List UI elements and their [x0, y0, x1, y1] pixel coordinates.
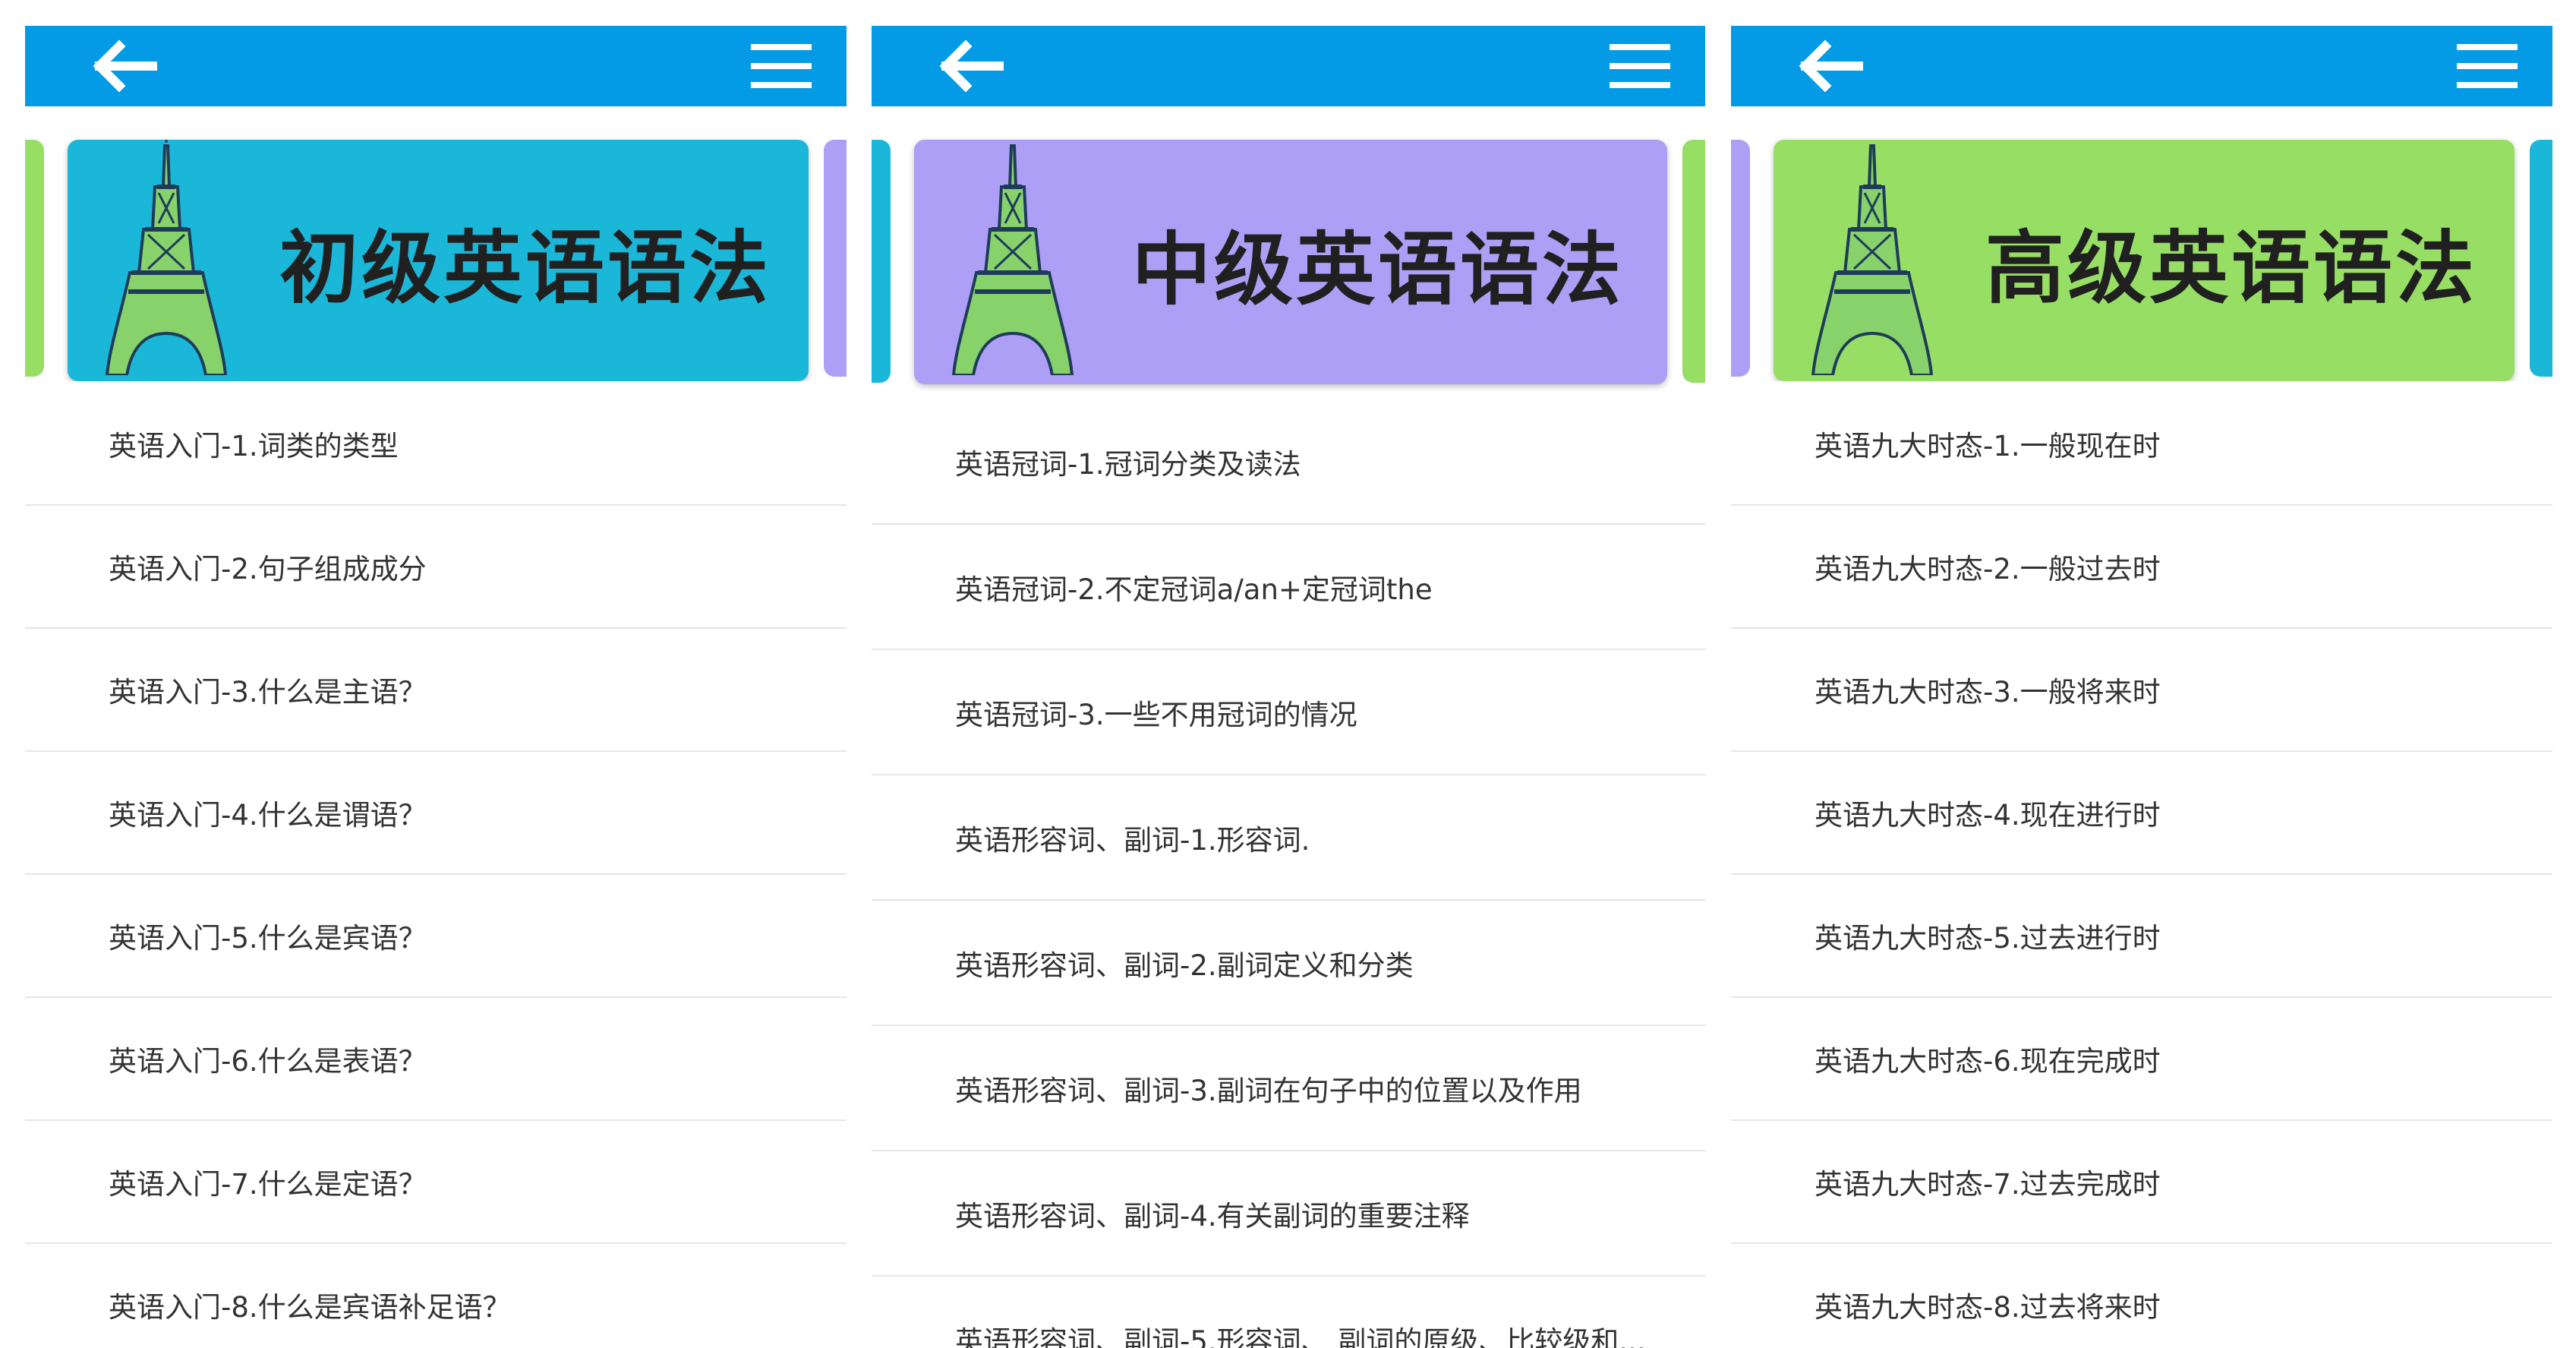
- banner-carousel[interactable]: 中级英语语法: [872, 114, 1705, 392]
- screen-intermediate: 中级英语语法 英语冠词-1.冠词分类及读法 英语冠词-2.不定冠词a/an+定冠…: [872, 26, 1705, 1348]
- eiffel-tower-icon: [1811, 144, 1933, 375]
- list-item[interactable]: 英语冠词-3.一些不用冠词的情况: [872, 650, 1705, 775]
- list-item-label: 英语形容词、副词-4.有关副词的重要注释: [955, 1199, 1470, 1233]
- list-item-label: 英语九大时态-6.现在完成时: [1815, 1045, 2161, 1078]
- list-item[interactable]: 英语入门-6.什么是表语？: [25, 998, 847, 1121]
- list-item-label: 英语入门-1.词类的类型: [109, 430, 399, 462]
- back-button[interactable]: [86, 39, 162, 93]
- list-item[interactable]: 英语冠词-1.冠词分类及读法: [872, 399, 1705, 525]
- list-item[interactable]: 英语形容词、副词-1.形容词.: [872, 775, 1705, 901]
- list-item-label: 英语九大时态-1.一般现在时: [1815, 430, 2161, 462]
- previous-banner-peek[interactable]: [872, 140, 891, 383]
- list-item[interactable]: 英语入门-3.什么是主语？: [25, 629, 847, 752]
- list-item-label: 英语形容词、副词-3.副词在句子中的位置以及作用: [955, 1074, 1582, 1107]
- banner-advanced-grammar[interactable]: 高级英语语法: [1774, 140, 2515, 381]
- list-item[interactable]: 英语九大时态-7.过去完成时: [1731, 1121, 2552, 1244]
- banner-carousel[interactable]: 初级英语语法: [25, 114, 847, 381]
- list-item[interactable]: 英语入门-8.什么是宾语补足语？: [25, 1244, 847, 1348]
- list-item[interactable]: 英语九大时态-8.过去将来时: [1731, 1244, 2552, 1348]
- banner-title: 高级英语语法: [1985, 221, 2477, 314]
- next-banner-peek[interactable]: [1682, 140, 1705, 383]
- list-item-label: 英语形容词、副词-2.副词定义和分类: [955, 949, 1414, 982]
- arrow-left-icon: [1799, 39, 1863, 93]
- menu-button[interactable]: [748, 39, 816, 93]
- list-item[interactable]: 英语形容词、副词-5.形容词、 副词的原级、比较级和...: [872, 1277, 1705, 1348]
- list-item[interactable]: 英语九大时态-3.一般将来时: [1731, 629, 2552, 752]
- list-item[interactable]: 英语形容词、副词-3.副词在句子中的位置以及作用: [872, 1026, 1705, 1151]
- list-item-label: 英语入门-4.什么是谓语？: [109, 799, 427, 832]
- lesson-list: 英语冠词-1.冠词分类及读法 英语冠词-2.不定冠词a/an+定冠词the 英语…: [872, 399, 1705, 1348]
- list-item[interactable]: 英语九大时态-2.一般过去时: [1731, 506, 2552, 629]
- screen-beginner: 初级英语语法 英语入门-1.词类的类型 英语入门-2.句子组成成分 英语入门-3…: [25, 26, 847, 1348]
- list-item-label: 英语入门-3.什么是主语？: [109, 676, 427, 709]
- back-button[interactable]: [932, 39, 1008, 93]
- list-item[interactable]: 英语入门-1.词类的类型: [25, 383, 847, 506]
- list-item-label: 英语入门-7.什么是定语？: [109, 1168, 427, 1201]
- list-item-label: 英语形容词、副词-1.形容词.: [955, 823, 1310, 857]
- app-bar: [872, 26, 1705, 106]
- app-bar: [25, 26, 847, 106]
- hamburger-menu-icon: [1610, 44, 1670, 88]
- hamburger-menu-icon: [751, 44, 812, 88]
- menu-button[interactable]: [1606, 39, 1675, 93]
- list-item-label: 英语入门-5.什么是宾语？: [109, 922, 427, 955]
- app-bar: [1731, 26, 2552, 106]
- list-item-label: 英语九大时态-8.过去将来时: [1815, 1291, 2161, 1324]
- banner-beginner-grammar[interactable]: 初级英语语法: [68, 140, 809, 381]
- hamburger-menu-icon: [2457, 44, 2518, 88]
- list-item-label: 英语九大时态-3.一般将来时: [1815, 676, 2161, 709]
- list-item-label: 英语九大时态-5.过去进行时: [1815, 922, 2161, 955]
- banner-carousel[interactable]: 高级英语语法: [1731, 114, 2552, 381]
- list-item[interactable]: 英语冠词-2.不定冠词a/an+定冠词the: [872, 525, 1705, 650]
- list-item-label: 英语冠词-3.一些不用冠词的情况: [955, 698, 1357, 731]
- lesson-list: 英语入门-1.词类的类型 英语入门-2.句子组成成分 英语入门-3.什么是主语？…: [25, 383, 847, 1348]
- list-item[interactable]: 英语形容词、副词-2.副词定义和分类: [872, 901, 1705, 1026]
- list-item-label: 英语九大时态-2.一般过去时: [1815, 553, 2161, 586]
- eiffel-tower-icon: [106, 140, 227, 375]
- banner-title: 初级英语语法: [279, 221, 771, 314]
- menu-button[interactable]: [2454, 39, 2522, 93]
- next-banner-peek[interactable]: [824, 140, 847, 377]
- list-item-label: 英语冠词-1.冠词分类及读法: [955, 447, 1301, 481]
- list-item-label: 英语入门-6.什么是表语？: [109, 1045, 427, 1078]
- back-button[interactable]: [1792, 39, 1868, 93]
- banner-title: 中级英语语法: [1131, 223, 1624, 316]
- list-item[interactable]: 英语九大时态-5.过去进行时: [1731, 875, 2552, 998]
- list-item-label: 英语入门-2.句子组成成分: [109, 553, 427, 586]
- arrow-left-icon: [939, 39, 1004, 93]
- list-item[interactable]: 英语入门-5.什么是宾语？: [25, 875, 847, 998]
- list-item[interactable]: 英语九大时态-4.现在进行时: [1731, 752, 2552, 875]
- list-item[interactable]: 英语入门-7.什么是定语？: [25, 1121, 847, 1244]
- eiffel-tower-icon: [952, 144, 1074, 375]
- lesson-list: 英语九大时态-1.一般现在时 英语九大时态-2.一般过去时 英语九大时态-3.一…: [1731, 383, 2552, 1348]
- list-item[interactable]: 英语入门-4.什么是谓语？: [25, 752, 847, 875]
- list-item[interactable]: 英语九大时态-1.一般现在时: [1731, 383, 2552, 506]
- list-item-label: 英语形容词、副词-5.形容词、 副词的原级、比较级和...: [955, 1324, 1646, 1348]
- list-item[interactable]: 英语九大时态-6.现在完成时: [1731, 998, 2552, 1121]
- previous-banner-peek[interactable]: [25, 140, 44, 377]
- list-item[interactable]: 英语形容词、副词-4.有关副词的重要注释: [872, 1151, 1705, 1277]
- screen-advanced: 高级英语语法 英语九大时态-1.一般现在时 英语九大时态-2.一般过去时 英语九…: [1731, 26, 2552, 1348]
- list-item[interactable]: 英语入门-2.句子组成成分: [25, 506, 847, 629]
- arrow-left-icon: [93, 39, 157, 93]
- list-item-label: 英语九大时态-7.过去完成时: [1815, 1168, 2161, 1201]
- list-item-label: 英语九大时态-4.现在进行时: [1815, 799, 2161, 832]
- list-item-label: 英语冠词-2.不定冠词a/an+定冠词the: [955, 573, 1433, 606]
- next-banner-peek[interactable]: [2530, 140, 2552, 377]
- banner-intermediate-grammar[interactable]: 中级英语语法: [914, 140, 1667, 384]
- list-item-label: 英语入门-8.什么是宾语补足语？: [109, 1291, 511, 1324]
- previous-banner-peek[interactable]: [1731, 140, 1750, 377]
